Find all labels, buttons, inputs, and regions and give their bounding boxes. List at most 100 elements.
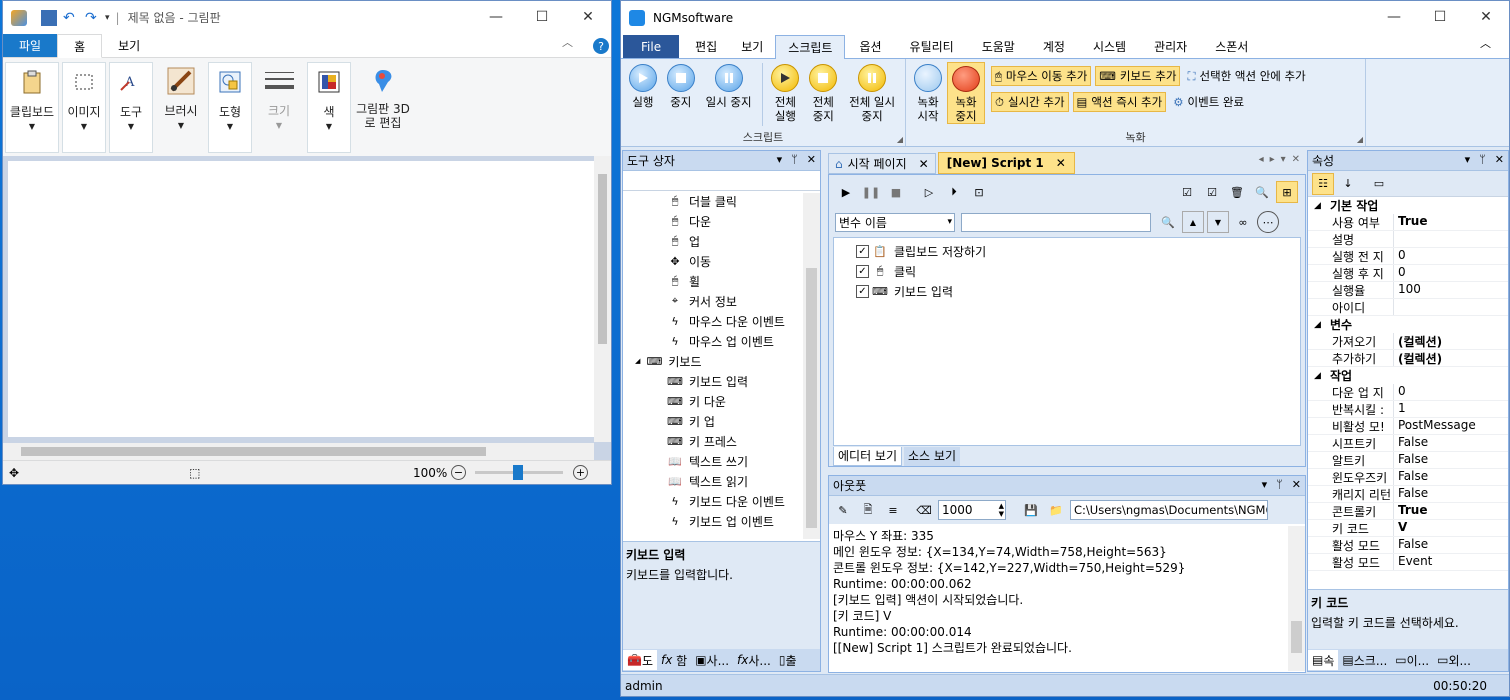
script-item[interactable]: ✓ 📋 클립보드 저장하기	[856, 241, 1300, 261]
tab-external[interactable]: ▭ 외...	[1433, 650, 1475, 670]
pause-icon[interactable]: ❚❚	[860, 181, 882, 203]
checkbox-icon[interactable]: ✓	[856, 264, 869, 278]
property-row[interactable]: 가져오기 (컬렉션)	[1308, 333, 1508, 350]
toolbox-scrollbar[interactable]	[803, 193, 820, 539]
close-button[interactable]: ✕	[565, 1, 611, 33]
property-value[interactable]: Event	[1394, 554, 1432, 570]
toolbox-item[interactable]: ⌨ 키보드 입력	[623, 371, 820, 391]
eraser-icon[interactable]: ⌫	[913, 499, 935, 521]
close-icon[interactable]: ✕	[1495, 153, 1504, 166]
tab-view[interactable]: 보기	[102, 34, 156, 57]
toolbox-item[interactable]: 🖱 더블 클릭	[623, 191, 820, 211]
property-value[interactable]: 0	[1394, 384, 1406, 400]
property-value[interactable]: False	[1394, 486, 1428, 502]
maximize-button[interactable]: ☐	[1417, 1, 1463, 33]
toolbox-item[interactable]: ϟ 마우스 다운 이벤트	[623, 311, 820, 331]
close-icon[interactable]: ✕	[807, 153, 816, 166]
collapse-icon[interactable]: ◢	[1314, 371, 1330, 381]
toolbox-item[interactable]: ⌨ 키 프레스	[623, 431, 820, 451]
tab-help[interactable]: 도움말	[968, 35, 1029, 58]
toolbox-item[interactable]: ϟ 키보드 업 이벤트	[623, 511, 820, 531]
tab-editor-view[interactable]: 에디터 보기	[833, 447, 903, 466]
property-value[interactable]	[1394, 299, 1398, 315]
toolbox-item[interactable]: 🖱 다운	[623, 211, 820, 231]
property-row[interactable]: 콘트롤키 True	[1308, 503, 1508, 520]
property-row[interactable]: 아이디	[1308, 299, 1508, 316]
search-icon[interactable]: 🔍	[1251, 181, 1273, 203]
close-icon[interactable]: ✕	[1056, 156, 1066, 170]
tree-view-icon[interactable]: ⊞	[1276, 181, 1298, 203]
brushes-button[interactable]: 브러시 ▼	[156, 62, 206, 153]
move-down-icon[interactable]: ▼	[1207, 211, 1229, 233]
zoom-in-button[interactable]: +	[573, 465, 588, 480]
add-action-now-button[interactable]: ▤ 액션 즉시 추가	[1072, 92, 1167, 112]
toolbox-item[interactable]: ✥ 이동	[623, 251, 820, 271]
minimize-button[interactable]: —	[1371, 1, 1417, 33]
toolbox-item[interactable]: 🖱 휠	[623, 271, 820, 291]
check-icon[interactable]: ☑	[1201, 181, 1223, 203]
property-value[interactable]: False	[1394, 452, 1428, 468]
sort-alpha-icon[interactable]: ↓	[1337, 173, 1359, 195]
property-row[interactable]: 사용 여부 True	[1308, 214, 1508, 231]
run-step-icon[interactable]: ⊡	[968, 181, 990, 203]
property-category[interactable]: ◢ 변수	[1308, 316, 1508, 333]
close-button[interactable]: ✕	[1463, 1, 1509, 33]
property-row[interactable]: 키 코드 V	[1308, 520, 1508, 537]
collapse-icon[interactable]: ◢	[1314, 320, 1330, 330]
stop-icon[interactable]: ■	[885, 181, 907, 203]
property-row[interactable]: 실행 후 지0	[1308, 265, 1508, 282]
property-row[interactable]: 활성 모드 False	[1308, 537, 1508, 554]
dropdown-icon[interactable]: ▾	[777, 153, 783, 166]
toolbox-search-input[interactable]	[623, 171, 820, 191]
property-row[interactable]: 알트키 False	[1308, 452, 1508, 469]
check-all-icon[interactable]: ☑	[1176, 181, 1198, 203]
property-value[interactable]	[1394, 231, 1398, 247]
help-icon[interactable]: ?	[593, 38, 609, 54]
property-row[interactable]: 다운 업 지0	[1308, 384, 1508, 401]
minimize-button[interactable]: —	[473, 1, 519, 33]
toolbox-item[interactable]: 📖 텍스트 쓰기	[623, 451, 820, 471]
add-in-selected-action-button[interactable]: ⛶ 선택한 액션 안에 추가	[1184, 66, 1308, 86]
scroll-thumb[interactable]	[21, 447, 486, 456]
property-value[interactable]: 0	[1394, 248, 1406, 264]
property-pages-icon[interactable]: ▭	[1368, 173, 1390, 195]
tab-edit[interactable]: 편집	[679, 35, 729, 58]
tab-user-functions[interactable]: fx 사...	[733, 650, 775, 670]
categorized-icon[interactable]: ☷	[1312, 172, 1334, 195]
clear-output-icon[interactable]: ✎	[832, 499, 854, 521]
colors-button[interactable]: 색 ▼	[308, 63, 350, 152]
redo-icon[interactable]: ↷	[85, 10, 101, 26]
pin-icon[interactable]: ᛘ	[1479, 153, 1486, 166]
collapse-icon[interactable]: ◢	[1314, 201, 1330, 211]
stepper-arrows-icon[interactable]: ▲ ▼	[999, 502, 1004, 518]
expand-icon[interactable]: ◢	[635, 357, 640, 365]
image-button[interactable]: 이미지 ▼	[63, 63, 105, 152]
zoom-slider-thumb[interactable]	[513, 465, 523, 480]
copy-icon[interactable]: 🗎	[857, 499, 879, 521]
dropdown-icon[interactable]: ▾	[1262, 478, 1268, 491]
tab-sponsor[interactable]: 스폰서	[1201, 35, 1262, 58]
more-icon[interactable]: ⋯	[1257, 211, 1279, 233]
script-item[interactable]: ✓ ⌨ 키보드 입력	[856, 281, 1300, 301]
close-icon[interactable]: ✕	[919, 157, 929, 171]
variable-select[interactable]: 변수 이름 ▾	[835, 212, 955, 232]
pin-icon[interactable]: ᛘ	[1276, 478, 1283, 491]
property-value[interactable]: False	[1394, 537, 1428, 553]
scroll-thumb[interactable]	[598, 174, 607, 344]
property-row[interactable]: 실행율 100	[1308, 282, 1508, 299]
tab-utility[interactable]: 유틸리티	[896, 35, 968, 58]
output-path-input[interactable]: C:\Users\ngmas\Documents\NGM6\	[1070, 500, 1268, 520]
vertical-scrollbar[interactable]	[594, 156, 611, 442]
add-realtime-button[interactable]: ⏱ 실시간 추가	[991, 92, 1069, 112]
tab-file[interactable]: 파일	[3, 34, 58, 57]
add-mouse-move-button[interactable]: 🖱 마우스 이동 추가	[991, 66, 1092, 86]
shapes-button[interactable]: 도형 ▼	[209, 63, 251, 152]
tab-source-view[interactable]: 소스 보기	[904, 447, 960, 466]
property-row[interactable]: 캐리지 리턴 False	[1308, 486, 1508, 503]
tab-system[interactable]: 시스템	[1079, 35, 1140, 58]
property-row[interactable]: 반복시킬 :1	[1308, 401, 1508, 418]
clipboard-button[interactable]: 클립보드 ▼	[6, 63, 58, 152]
tab-admin[interactable]: 관리자	[1140, 35, 1201, 58]
checkbox-icon[interactable]: ✓	[856, 284, 869, 298]
toolbox-item[interactable]: ◢ ⌨ 키보드	[623, 351, 820, 371]
